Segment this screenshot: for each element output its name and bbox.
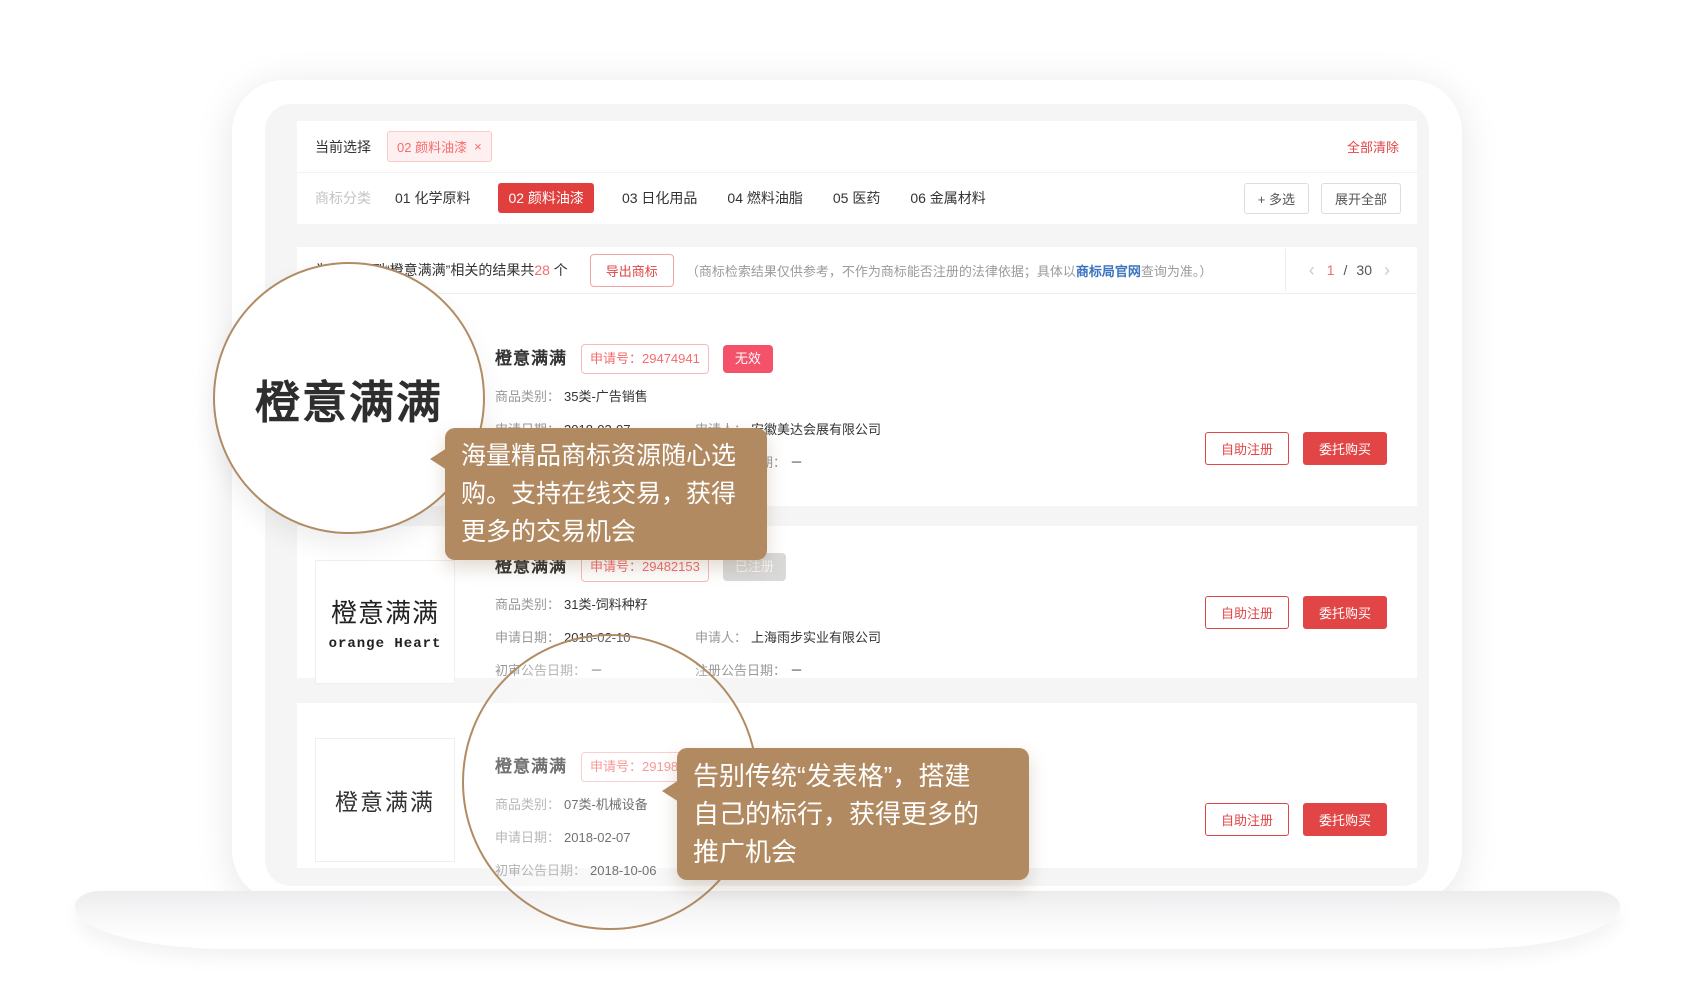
self-register-button[interactable]: 自助注册: [1205, 803, 1289, 836]
laptop-base: [75, 891, 1620, 949]
results-count: 28: [534, 262, 550, 278]
prev-page-icon[interactable]: ‹: [1306, 261, 1318, 279]
page-separator: /: [1344, 262, 1348, 278]
close-icon[interactable]: ×: [474, 139, 482, 154]
trademark-thumbnail-2[interactable]: 橙意满满 orange Heart: [315, 560, 455, 684]
self-register-button[interactable]: 自助注册: [1205, 432, 1289, 465]
thumbnail-cn-text: 橙意满满: [335, 783, 435, 817]
disclaimer-suffix: 查询为准。）: [1141, 264, 1213, 279]
field-value: 35类-广告销售: [564, 389, 648, 404]
category-item-04[interactable]: 04 燃料油脂: [725, 183, 804, 213]
self-register-button[interactable]: 自助注册: [1205, 596, 1289, 629]
row-actions-2: 自助注册 委托购买: [1205, 596, 1387, 629]
category-item-05[interactable]: 05 医药: [831, 183, 882, 213]
trademark-thumbnail-3[interactable]: 橙意满满: [315, 738, 455, 862]
field-label: 申请人：: [695, 630, 747, 645]
field-label: 申请日期：: [495, 630, 560, 645]
total-pages: 30: [1356, 262, 1372, 278]
current-page: 1: [1327, 262, 1335, 278]
application-number-tag: 申请号：29474941: [581, 344, 709, 374]
field-label: 商品类别：: [495, 389, 560, 404]
official-site-link[interactable]: 商标局官网: [1076, 264, 1141, 279]
multi-select-button[interactable]: + 多选: [1244, 183, 1309, 214]
expand-all-button[interactable]: 展开全部: [1321, 183, 1401, 214]
field-label: 商品类别：: [495, 597, 560, 612]
disclaimer-text: （商标检索结果仅供参考，不作为商标能否注册的法律依据；具体以商标局官网查询为准。…: [686, 261, 1213, 280]
magnified-trademark-text: 橙意满满: [255, 366, 443, 431]
status-badge-invalid: 无效: [723, 345, 773, 373]
entrust-purchase-button[interactable]: 委托购买: [1303, 803, 1387, 836]
row-actions-1: 自助注册 委托购买: [1205, 432, 1387, 465]
category-item-06[interactable]: 06 金属材料: [908, 183, 987, 213]
selected-filter-tag[interactable]: 02 颜料油漆 ×: [387, 131, 492, 162]
category-item-02-selected[interactable]: 02 颜料油漆: [498, 183, 593, 213]
thumbnail-en-text: orange Heart: [329, 636, 442, 652]
selected-filter-tag-text: 02 颜料油漆: [397, 137, 467, 156]
pagination: ‹ 1 / 30 ›: [1285, 249, 1393, 291]
field-value: 安徽美达会展有限公司: [751, 422, 881, 437]
callout-bubble-promotion: 告别传统“发表格”，搭建 自己的标行，获得更多的 推广机会: [677, 748, 1029, 880]
application-number: 29474941: [642, 348, 700, 370]
category-item-01[interactable]: 01 化学原料: [393, 183, 472, 213]
current-selection-label: 当前选择: [315, 137, 371, 157]
category-label: 商标分类: [315, 188, 371, 208]
summary-suffix: 个: [550, 262, 568, 278]
callout-bubble-marketplace: 海量精品商标资源随心选 购。支持在线交易，获得 更多的交易机会: [445, 428, 767, 560]
clear-all-button[interactable]: 全部清除: [1347, 137, 1399, 156]
thumbnail-cn-text: 橙意满满: [331, 593, 439, 630]
category-bar: 商标分类 01 化学原料 02 颜料油漆 03 日化用品 04 燃料油脂 05 …: [297, 173, 1417, 223]
results-header: 为您检索到“橙意满满”相关的结果共28 个 导出商标 （商标检索结果仅供参考，不…: [297, 247, 1417, 293]
row-actions-3: 自助注册 委托购买: [1205, 803, 1387, 836]
field-value: 31类-饲料种籽: [564, 597, 648, 612]
application-number-label: 申请号：: [590, 348, 642, 370]
category-item-03[interactable]: 03 日化用品: [620, 183, 699, 213]
page: 当前选择 02 颜料油漆 × 全部清除 商标分类 01 化学原料 02 颜料油漆…: [0, 0, 1696, 1002]
field-value: －: [790, 663, 803, 678]
field-value: 上海雨步实业有限公司: [751, 630, 881, 645]
current-selection-bar: 当前选择 02 颜料油漆 × 全部清除: [297, 121, 1417, 172]
export-trademarks-button[interactable]: 导出商标: [590, 254, 674, 287]
disclaimer-prefix: （商标检索结果仅供参考，不作为商标能否注册的法律依据；具体以: [686, 264, 1076, 279]
entrust-purchase-button[interactable]: 委托购买: [1303, 432, 1387, 465]
entrust-purchase-button[interactable]: 委托购买: [1303, 596, 1387, 629]
trademark-name: 橙意满满: [495, 348, 567, 370]
field-value: －: [790, 455, 803, 470]
filter-card: 当前选择 02 颜料油漆 × 全部清除 商标分类 01 化学原料 02 颜料油漆…: [297, 121, 1417, 224]
next-page-icon[interactable]: ›: [1381, 261, 1393, 279]
